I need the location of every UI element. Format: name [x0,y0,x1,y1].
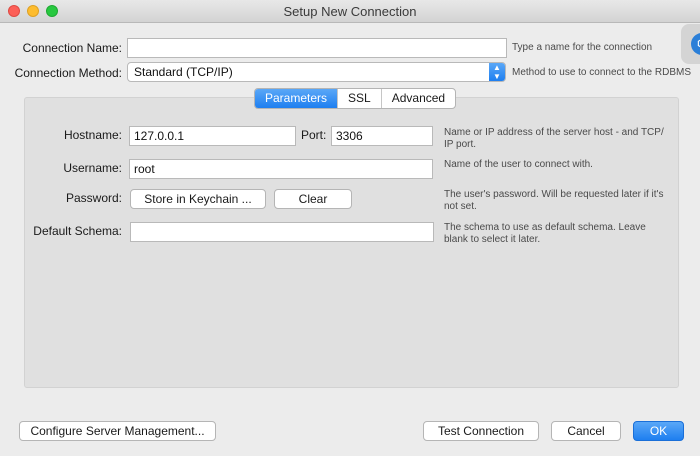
store-in-keychain-button[interactable]: Store in Keychain ... [130,189,266,209]
cancel-button[interactable]: Cancel [551,421,621,441]
connection-method-hint: Method to use to connect to the RDBMS [512,67,691,78]
connection-method-select[interactable]: Standard (TCP/IP) ▲ ▼ [127,62,506,82]
tab-advanced[interactable]: Advanced [380,89,455,108]
ok-button[interactable]: OK [633,421,684,441]
default-schema-hint: The schema to use as default schema. Lea… [444,222,646,245]
password-label: Password: [65,191,122,205]
username-hint: Name of the user to connect with. [444,159,593,170]
connection-method-label: Connection Method: [14,66,122,80]
default-schema-label: Default Schema: [33,224,122,238]
configure-server-management-button[interactable]: Configure Server Management... [19,421,216,441]
side-control-icon: ⬡ [691,33,700,55]
window-title: Setup New Connection [283,4,417,19]
title-bar: Setup New Connection [0,0,700,23]
default-schema-input[interactable] [130,222,434,242]
connection-name-hint: Type a name for the connection [512,42,653,53]
setup-connection-window: Setup New Connection ⬡ Connection Name: … [0,0,700,456]
tab-parameters[interactable]: Parameters [255,89,338,108]
port-input[interactable]: 3306 [331,126,433,146]
tab-ssl[interactable]: SSL [337,89,381,108]
connection-name-label: Connection Name: [22,41,122,55]
connection-name-input[interactable] [127,38,507,58]
connection-method-value: Standard (TCP/IP) [134,65,233,79]
hostname-label: Hostname: [63,128,122,142]
username-label: Username: [63,161,122,175]
tab-bar: Parameters SSL Advanced [254,88,457,109]
port-label: Port: [301,128,327,142]
chevron-updown-icon: ▲ ▼ [489,63,505,81]
username-input[interactable]: root [129,159,433,179]
test-connection-button[interactable]: Test Connection [423,421,539,441]
hostname-input[interactable]: 127.0.0.1 [129,126,296,146]
hostname-port-hint: Name or IP address of the server host - … [444,127,664,150]
clear-password-button[interactable]: Clear [274,189,352,209]
password-hint: The user's password. Will be requested l… [444,189,664,212]
